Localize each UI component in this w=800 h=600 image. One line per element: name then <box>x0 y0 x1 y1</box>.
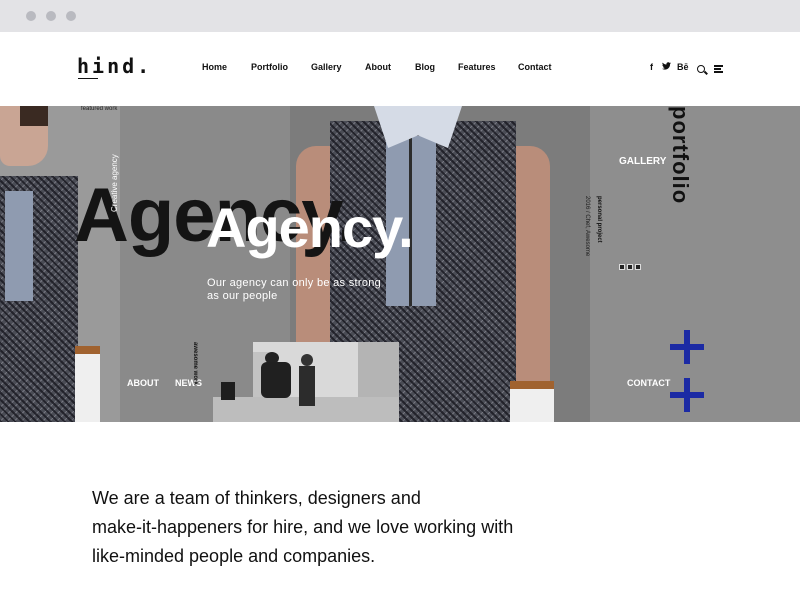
intro-line-1: We are a team of thinkers, designers and <box>92 488 421 508</box>
hero-section: featured work Agency. Creative agency Ag… <box>0 106 800 422</box>
nav-about[interactable]: About <box>365 62 391 72</box>
featured-work-label: featured work <box>81 106 118 112</box>
nav-contact[interactable]: Contact <box>518 62 552 72</box>
hero-gallery-link[interactable]: GALLERY <box>619 156 666 167</box>
portfolio-vertical-link[interactable]: portfolio <box>667 106 693 204</box>
hero-title: Agency. <box>206 196 414 259</box>
hero-subtitle: Our agency can only be as strong as our … <box>207 277 407 303</box>
site-logo[interactable]: hind. <box>77 54 152 78</box>
nav-features[interactable]: Features <box>458 62 496 72</box>
hero-about-link[interactable]: ABOUT <box>127 378 159 388</box>
nav-home[interactable]: Home <box>202 62 227 72</box>
personal-project-meta: 2016 / Chef, Awesome <box>584 196 590 257</box>
hero-subtitle-line2: as our people <box>207 290 278 302</box>
intro-line-2: make-it-happeners for hire, and we love … <box>92 517 514 537</box>
hero-contact-link[interactable]: CONTACT <box>627 378 670 388</box>
plus-icon[interactable] <box>670 378 704 412</box>
plus-icon[interactable] <box>670 330 704 364</box>
nav-portfolio[interactable]: Portfolio <box>251 62 288 72</box>
logo-underline <box>78 78 98 79</box>
nav-gallery[interactable]: Gallery <box>311 62 342 72</box>
window-maximize-dot[interactable] <box>66 11 76 21</box>
creative-agency-label: Creative agency <box>110 154 119 212</box>
site-header: hind. Home Portfolio Gallery About Blog … <box>0 32 800 106</box>
left-model-image <box>0 106 100 422</box>
menu-icon[interactable] <box>714 65 723 73</box>
pager-dot[interactable] <box>619 264 625 270</box>
hero-subtitle-line1: Our agency can only be as strong <box>207 277 382 289</box>
awesome-work-label: awesome work <box>192 342 198 385</box>
personal-project-label: personal project <box>596 196 602 243</box>
twitter-icon[interactable] <box>662 62 671 71</box>
facebook-icon[interactable]: f <box>650 62 653 72</box>
intro-line-3: like-minded people and companies. <box>92 546 376 566</box>
intro-text: We are a team of thinkers, designers and… <box>92 484 552 571</box>
window-close-dot[interactable] <box>26 11 36 21</box>
behance-icon[interactable]: Bē <box>677 62 689 72</box>
search-icon[interactable] <box>697 65 705 73</box>
browser-toolbar <box>0 0 800 32</box>
pager-dot[interactable] <box>627 264 633 270</box>
nav-blog[interactable]: Blog <box>415 62 435 72</box>
pager-dot[interactable] <box>635 264 641 270</box>
slider-pager <box>619 257 643 270</box>
window-minimize-dot[interactable] <box>46 11 56 21</box>
street-photo[interactable] <box>213 342 399 422</box>
